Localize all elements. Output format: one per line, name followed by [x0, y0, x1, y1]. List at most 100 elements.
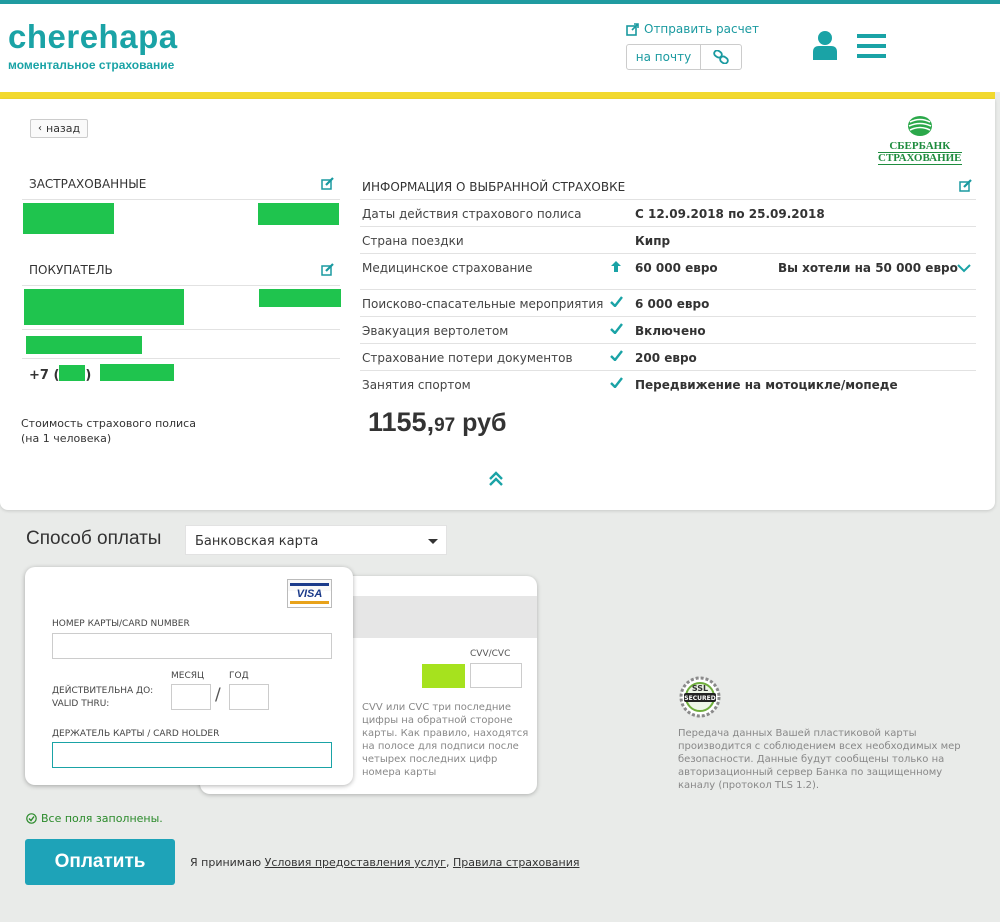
- yellow-divider: [0, 92, 995, 99]
- redacted-buyer-birthdate: [259, 289, 341, 307]
- send-calc-label: Отправить расчет: [644, 22, 760, 36]
- price-main: 1155,: [368, 407, 435, 437]
- price-kopecks: 97: [434, 415, 456, 436]
- sber-logo-line2: СТРАХОВАНИЕ: [878, 152, 962, 165]
- send-buttons-group: на почту: [626, 44, 742, 70]
- payment-method-select[interactable]: Банковская карта: [185, 525, 447, 555]
- buyer-phone: +7 (): [29, 364, 174, 383]
- insurance-rules-link[interactable]: Правила страхования: [453, 856, 580, 869]
- card-holder-label: ДЕРЖАТЕЛЬ КАРТЫ / CARD HOLDER: [52, 729, 220, 739]
- policy-price: 1155,97 руб: [368, 407, 506, 438]
- expiry-year-input[interactable]: [229, 684, 269, 710]
- info-row-sport: Занятия спортом Передвижение на мотоцикл…: [360, 371, 976, 398]
- info-row-documents: Страхование потери документов 200 евро: [360, 344, 976, 371]
- info-value: С 12.09.2018 по 25.09.2018: [635, 207, 825, 221]
- terms-separator: ,: [445, 856, 453, 869]
- card-number-label: НОМЕР КАРТЫ/CARD NUMBER: [52, 619, 190, 629]
- check-icon: [610, 323, 623, 334]
- card-number-input[interactable]: [52, 633, 332, 659]
- share-icon: [626, 22, 639, 36]
- expiry-month-input[interactable]: [171, 684, 211, 710]
- divider: [22, 329, 340, 330]
- collapse-double-chevron-up-icon[interactable]: [488, 471, 504, 487]
- validation-status-text: Все поля заполнены.: [41, 812, 163, 825]
- info-row-country: Страна поездки Кипр: [360, 227, 976, 254]
- cost-label-line2: (на 1 человека): [21, 432, 112, 445]
- info-value: 6 000 евро: [635, 297, 710, 311]
- price-currency: руб: [455, 409, 507, 437]
- info-title: ИНФОРМАЦИЯ О ВЫБРАННОЙ СТРАХОВКЕ: [362, 180, 626, 194]
- card-holder-input[interactable]: [52, 742, 332, 768]
- pay-button[interactable]: Оплатить: [25, 839, 175, 885]
- info-label: Страна поездки: [362, 234, 464, 248]
- terms-of-service-link[interactable]: Условия предоставления услуг: [265, 856, 446, 869]
- hamburger-menu-icon[interactable]: [857, 34, 886, 58]
- sber-logo-line1: СБЕРБАНК: [889, 140, 951, 152]
- info-label: Медицинское страхование: [362, 261, 533, 275]
- terms-text: Я принимаю Условия предоставления услуг,…: [190, 856, 579, 869]
- insured-title: ЗАСТРАХОВАННЫЕ: [29, 177, 147, 191]
- ssl-badge-subtext: SECURED: [684, 695, 715, 702]
- user-icon[interactable]: [812, 30, 838, 60]
- sberbank-logo-icon: [907, 116, 932, 136]
- link-icon: [713, 50, 729, 64]
- valid-thru-label-ru: ДЕЙСТВИТЕЛЬНА ДО:: [52, 686, 154, 696]
- ssl-secured-badge-icon: SSL SECURED: [679, 676, 721, 718]
- order-summary-panel: ‹ назад СБЕРБАНК СТРАХОВАНИЕ ЗАСТРАХОВАН…: [0, 99, 995, 510]
- redacted-buyer-email: [26, 336, 142, 354]
- edit-insured-icon[interactable]: [321, 177, 335, 190]
- redacted-phone-number: [99, 364, 174, 381]
- divider: [22, 285, 340, 286]
- info-value: Передвижение на мотоцикле/мопеде: [635, 378, 898, 392]
- check-icon: [610, 377, 623, 388]
- cvv-help-text: CVV или CVC три последние цифры на обрат…: [362, 702, 529, 778]
- month-label: МЕСЯЦ: [171, 671, 204, 681]
- copy-link-button[interactable]: [701, 45, 741, 69]
- info-value: Включено: [635, 324, 706, 338]
- ssl-badge-text: SSL: [692, 684, 708, 693]
- info-value: 200 евро: [635, 351, 697, 365]
- visa-logo-text: VISA: [296, 588, 323, 600]
- visa-logo-bottom-bar: [290, 601, 329, 604]
- edit-buyer-icon[interactable]: [321, 263, 335, 276]
- info-value: 60 000 евро: [635, 261, 718, 275]
- back-label: назад: [46, 122, 81, 135]
- redacted-insured-name: [23, 203, 114, 234]
- visa-logo-icon: VISA: [287, 579, 332, 608]
- back-button[interactable]: ‹ назад: [30, 119, 89, 138]
- info-row-rescue: Поисково-спасательные мероприятия 6 000 …: [360, 290, 976, 317]
- validation-status: Все поля заполнены.: [26, 812, 163, 825]
- info-label: Даты действия страхового полиса: [362, 207, 582, 221]
- cost-label: Стоимость страхового полиса (на 1 челове…: [21, 416, 196, 446]
- cost-label-line1: Стоимость страхового полиса: [21, 417, 196, 430]
- expiry-separator: /: [215, 685, 221, 705]
- send-email-button[interactable]: на почту: [627, 45, 701, 69]
- sberbank-insurance-logo: СБЕРБАНК СТРАХОВАНИЕ: [878, 115, 962, 165]
- info-value: Кипр: [635, 234, 671, 248]
- site-logo[interactable]: cherehapa: [8, 18, 178, 56]
- site-header: cherehapa моментальное страхование Отпра…: [0, 4, 1000, 92]
- cvv-label: CVV/CVC: [470, 649, 511, 659]
- divider: [22, 358, 340, 359]
- valid-thru-label: ДЕЙСТВИТЕЛЬНА ДО: VALID THRU:: [52, 685, 153, 711]
- chevron-down-icon[interactable]: [957, 264, 971, 273]
- info-row-dates: Даты действия страхового полиса С 12.09.…: [360, 200, 976, 227]
- year-label: ГОД: [229, 671, 249, 681]
- edit-info-icon[interactable]: [959, 179, 973, 192]
- valid-thru-label-en: VALID THRU:: [52, 699, 110, 709]
- chevron-left-icon: ‹: [38, 123, 42, 134]
- card-front-side: VISA НОМЕР КАРТЫ/CARD NUMBER МЕСЯЦ ГОД Д…: [25, 567, 353, 785]
- signature-strip-highlight: [422, 664, 465, 688]
- cvv-input[interactable]: [470, 663, 522, 688]
- payment-method-title: Способ оплаты: [26, 528, 162, 549]
- redacted-buyer-name: [24, 289, 184, 325]
- info-row-medical[interactable]: Медицинское страхование 60 000 евро Вы х…: [360, 254, 976, 290]
- dropdown-caret-icon: [428, 539, 438, 544]
- terms-prefix: Я принимаю: [190, 856, 265, 869]
- phone-prefix: +7 (: [29, 368, 60, 383]
- info-label: Поисково-спасательные мероприятия: [362, 297, 604, 311]
- send-calc-title[interactable]: Отправить расчет: [626, 22, 759, 36]
- check-circle-icon: [26, 813, 37, 824]
- redacted-phone-code: [59, 365, 86, 381]
- visa-logo-top-bar: [290, 583, 329, 586]
